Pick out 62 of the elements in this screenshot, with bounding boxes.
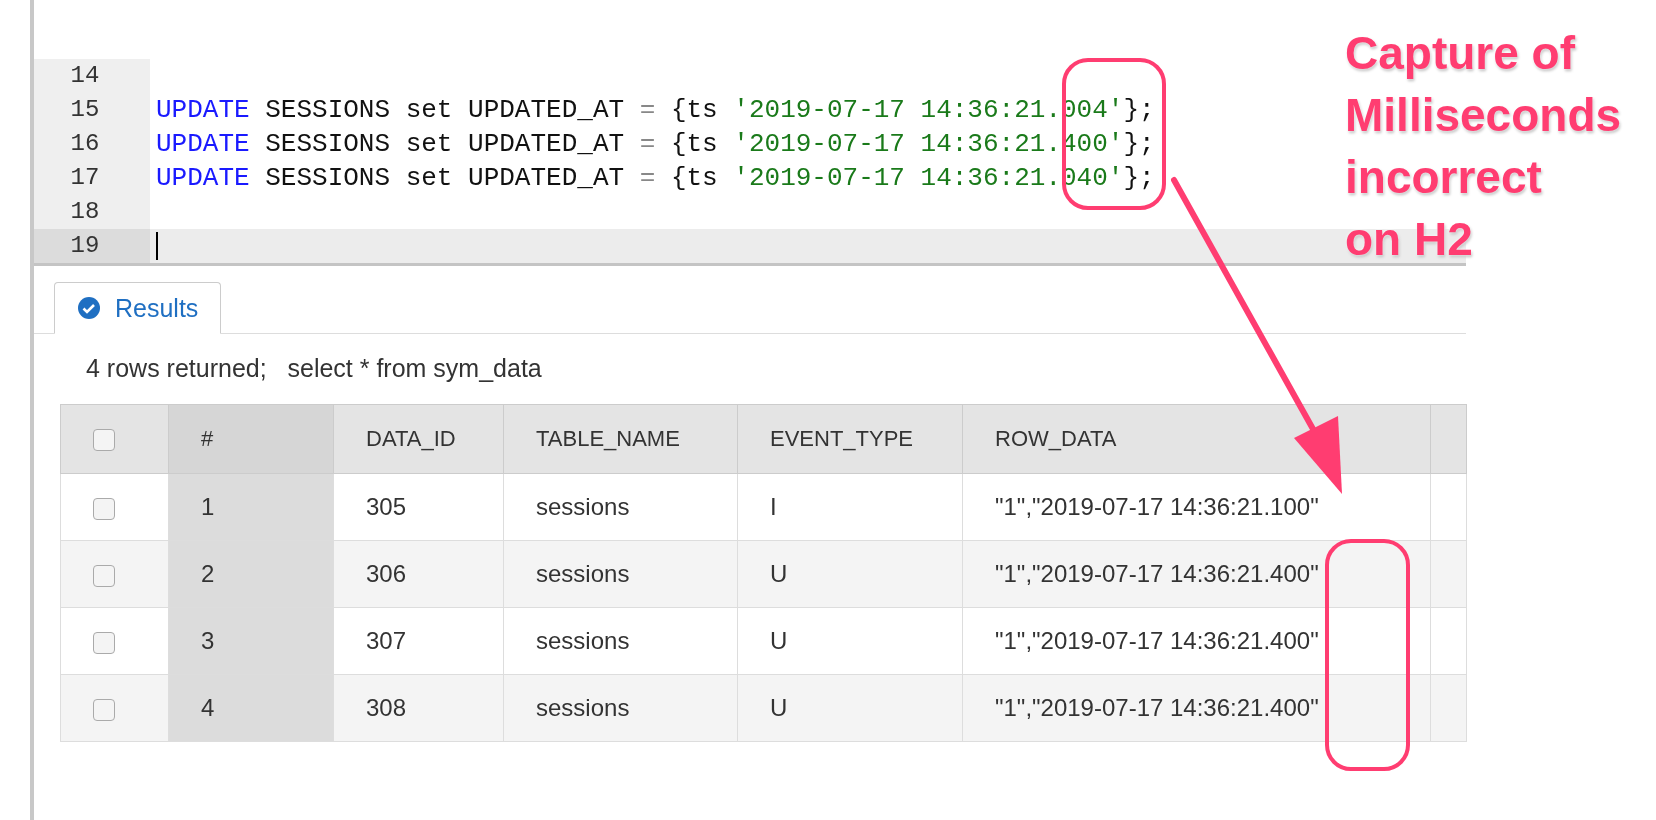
table-cell: U — [737, 607, 963, 675]
line-number: 19 — [34, 229, 150, 263]
query-summary: 4 rows returned; select * from sym_data — [86, 354, 543, 384]
table-cell: 306 — [333, 540, 504, 608]
table-cell — [1430, 607, 1467, 675]
code-token: = — [639, 128, 656, 161]
table-cell: sessions — [503, 473, 738, 541]
table-cell: 2 — [168, 540, 334, 608]
line-number: 18 — [34, 195, 150, 229]
code-token: SESSIONS set UPDATED_AT — [264, 94, 626, 127]
code-token: UPDATE — [156, 94, 250, 127]
line-number: 17 — [34, 161, 150, 195]
table-cell: 305 — [333, 473, 504, 541]
checkbox[interactable] — [93, 698, 115, 721]
checkbox[interactable] — [93, 564, 115, 587]
code-token: }; — [1123, 128, 1155, 161]
check-circle-icon — [77, 296, 101, 320]
table-cell: U — [737, 540, 963, 608]
column-header[interactable]: # — [168, 404, 334, 474]
table-cell: 1 — [168, 473, 334, 541]
checkbox[interactable] — [93, 497, 115, 520]
table-cell: I — [737, 473, 963, 541]
table-cell: "1","2019-07-17 14:36:21.100" — [962, 473, 1431, 541]
column-header[interactable]: DATA_ID — [333, 404, 504, 474]
code-token: UPDATE — [156, 162, 250, 195]
code-token: = — [639, 94, 656, 127]
table-cell — [1430, 540, 1467, 608]
column-header[interactable]: TABLE_NAME — [503, 404, 738, 474]
code-token: {ts — [669, 128, 719, 161]
table-cell: 308 — [333, 674, 504, 742]
checkbox[interactable] — [93, 429, 115, 452]
code-token: }; — [1123, 94, 1155, 127]
line-number: 15 — [34, 93, 150, 127]
table-cell: sessions — [503, 540, 738, 608]
table-cell: 4 — [168, 674, 334, 742]
code-token: UPDATE — [156, 128, 250, 161]
code-token: = — [639, 162, 656, 195]
table-cell: U — [737, 674, 963, 742]
code-token: {ts — [669, 94, 719, 127]
text-cursor — [156, 232, 158, 260]
column-header — [1430, 404, 1467, 474]
table-cell: "1","2019-07-17 14:36:21.400" — [962, 540, 1431, 608]
table-cell: 3 — [168, 607, 334, 675]
callout-text: Capture of Milliseconds incorrect on H2 — [1345, 26, 1623, 267]
table-cell: sessions — [503, 674, 738, 742]
line-number: 16 — [34, 127, 150, 161]
table-cell — [1430, 473, 1467, 541]
table-cell: "1","2019-07-17 14:36:21.400" — [962, 674, 1431, 742]
code-token: SESSIONS set UPDATED_AT — [264, 162, 626, 195]
line-number: 14 — [34, 59, 150, 93]
table-cell — [1430, 674, 1467, 742]
table-cell: sessions — [503, 607, 738, 675]
column-header[interactable]: ROW_DATA — [962, 404, 1431, 474]
header-checkbox-cell[interactable] — [60, 404, 169, 474]
column-header[interactable]: EVENT_TYPE — [737, 404, 963, 474]
table-cell: "1","2019-07-17 14:36:21.400" — [962, 607, 1431, 675]
code-token: {ts — [669, 162, 719, 195]
table-cell: 307 — [333, 607, 504, 675]
checkbox[interactable] — [93, 631, 115, 654]
code-token: }; — [1123, 162, 1155, 195]
results-tab[interactable]: Results — [54, 282, 222, 334]
code-token: SESSIONS set UPDATED_AT — [264, 128, 626, 161]
